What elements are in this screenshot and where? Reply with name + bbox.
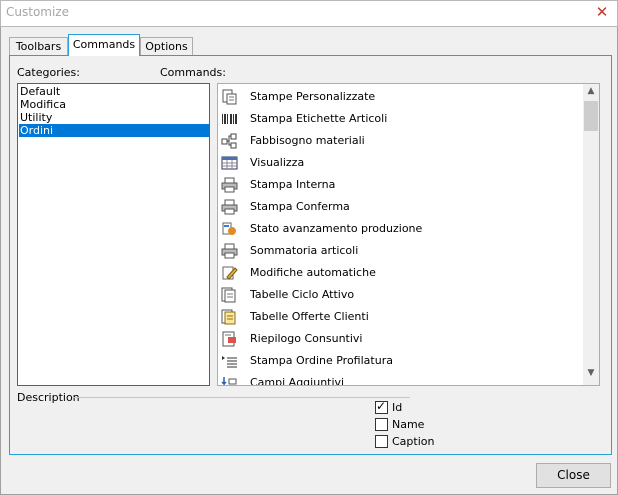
tab-toolbars[interactable]: Toolbars [9, 37, 68, 55]
categories-listbox[interactable]: Default Modifica Utility Ordini [17, 83, 210, 386]
document-stack-icon [221, 287, 238, 303]
checkbox-name-label: Name [392, 418, 425, 431]
command-label: Tabelle Ciclo Attivo [250, 288, 355, 301]
summary-report-icon [221, 331, 238, 347]
command-item[interactable]: Stampa Interna [218, 174, 582, 196]
printer-icon [221, 177, 238, 193]
checkbox-caption-box[interactable] [375, 435, 388, 448]
command-label: Stampa Ordine Profilatura [250, 354, 393, 367]
tab-options[interactable]: Options [140, 37, 193, 55]
categories-label: Categories: [17, 66, 80, 79]
grid-view-icon [221, 155, 238, 171]
checkbox-name-box[interactable] [375, 418, 388, 431]
printer-icon [221, 199, 238, 215]
command-label: Stato avanzamento produzione [250, 222, 423, 235]
auto-edit-icon [221, 265, 238, 281]
offer-document-icon [221, 309, 238, 325]
command-item[interactable]: Tabelle Offerte Clienti [218, 306, 582, 328]
command-label: Stampa Interna [250, 178, 336, 191]
description-divider [72, 397, 410, 398]
command-label: Stampa Conferma [250, 200, 350, 213]
commands-listbox[interactable]: Stampe Personalizzate Stampa Etichette A… [217, 83, 600, 386]
close-icon[interactable]: ✕ [592, 2, 612, 22]
command-label: Riepilogo Consuntivi [250, 332, 363, 345]
scroll-down-icon[interactable]: ▼ [583, 368, 599, 382]
scroll-up-icon[interactable]: ▲ [583, 86, 599, 100]
tab-commands[interactable]: Commands [68, 34, 140, 56]
title-bar [0, 0, 618, 27]
description-label: Description [17, 391, 80, 404]
production-status-icon [221, 221, 238, 237]
checkbox-id-label: Id [392, 401, 403, 414]
command-label: Modifiche automatiche [250, 266, 376, 279]
scroll-thumb[interactable] [584, 101, 598, 131]
command-label: Campi Aggiuntivi [250, 376, 345, 386]
command-item[interactable]: Tabelle Ciclo Attivo [218, 284, 582, 306]
command-item[interactable]: Riepilogo Consuntivi [218, 328, 582, 350]
command-item[interactable]: Visualizza [218, 152, 582, 174]
command-label: Tabelle Offerte Clienti [250, 310, 369, 323]
commands-scrollbar[interactable]: ▲ ▼ [583, 84, 599, 385]
command-item[interactable]: Stampa Conferma [218, 196, 582, 218]
command-item[interactable]: Fabbisogno materiali [218, 130, 582, 152]
command-label: Stampe Personalizzate [250, 90, 376, 103]
command-label: Visualizza [250, 156, 305, 169]
command-item[interactable]: Sommatoria articoli [218, 240, 582, 262]
extra-fields-icon [221, 375, 238, 385]
category-item-modifica[interactable]: Modifica [19, 98, 209, 111]
category-item-utility[interactable]: Utility [19, 111, 209, 124]
window-title: Customize [6, 5, 69, 19]
checkbox-caption-label: Caption [392, 435, 435, 448]
category-item-default[interactable]: Default [19, 85, 209, 98]
command-item[interactable]: Modifiche automatiche [218, 262, 582, 284]
command-label: Fabbisogno materiali [250, 134, 365, 147]
custom-print-icon [221, 89, 238, 105]
indent-list-icon [221, 353, 238, 369]
command-item[interactable]: Stampa Ordine Profilatura [218, 350, 582, 372]
tree-structure-icon [221, 133, 238, 149]
command-item[interactable]: Stampa Etichette Articoli [218, 108, 582, 130]
commands-label: Commands: [160, 66, 226, 79]
printer-icon [221, 243, 238, 259]
command-item[interactable]: Campi Aggiuntivi [218, 372, 582, 386]
close-button[interactable]: Close [536, 463, 611, 488]
command-item[interactable]: Stampe Personalizzate [218, 86, 582, 108]
checkmark-icon: ✓ [376, 399, 387, 413]
category-item-ordini[interactable]: Ordini [19, 124, 209, 137]
command-label: Stampa Etichette Articoli [250, 112, 388, 125]
command-label: Sommatoria articoli [250, 244, 359, 257]
barcode-icon [221, 111, 238, 127]
command-item[interactable]: Stato avanzamento produzione [218, 218, 582, 240]
checkbox-id-box[interactable]: ✓ [375, 399, 388, 414]
